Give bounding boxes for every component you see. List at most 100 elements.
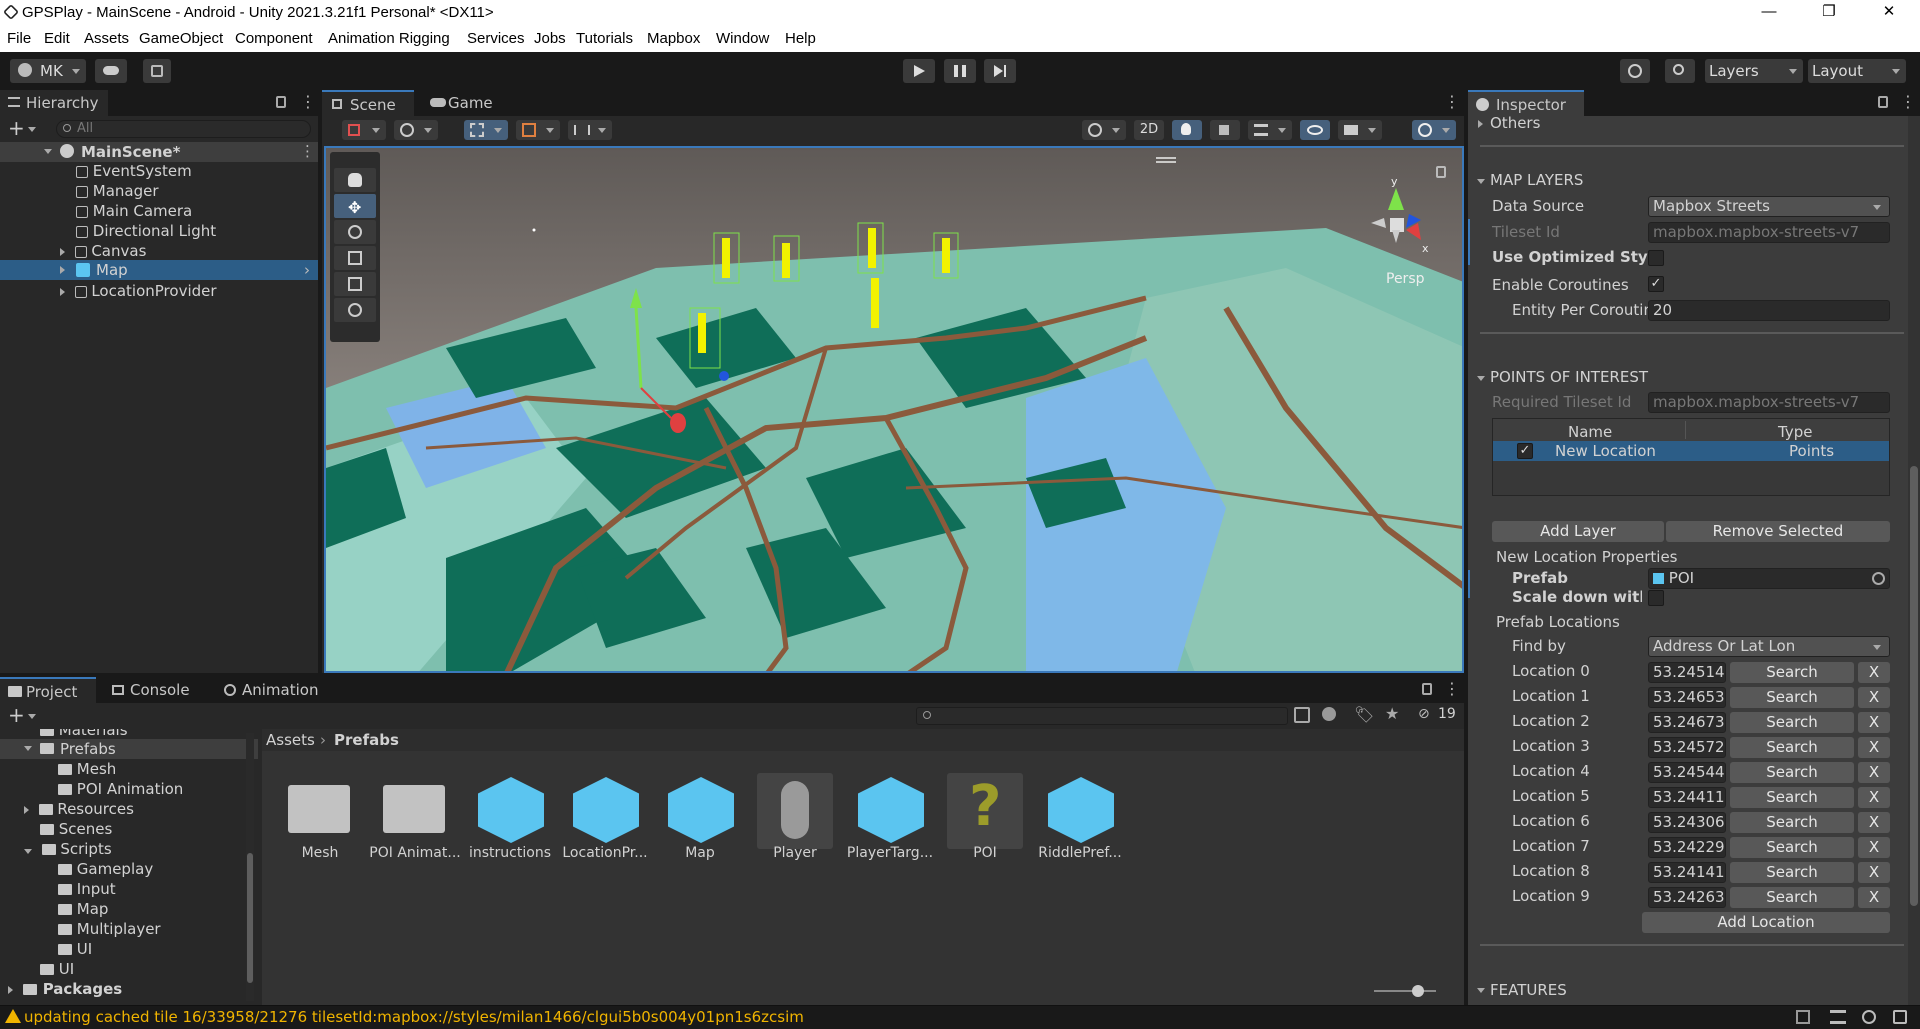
location-search-button[interactable]: Search xyxy=(1730,712,1854,733)
tree-item-ui[interactable]: UI xyxy=(40,960,74,978)
location-input[interactable]: 53.24653 xyxy=(1648,687,1726,708)
expand-arrow-icon[interactable] xyxy=(1478,120,1483,128)
close-button[interactable]: ✕ xyxy=(1866,0,1912,26)
2d-toggle[interactable]: 2D xyxy=(1134,120,1164,140)
filter-type-icon[interactable] xyxy=(1322,707,1336,721)
tool-handle-dropdown[interactable] xyxy=(342,120,386,140)
label-icon[interactable]: 🏷 xyxy=(1354,705,1374,724)
lighting-toggle[interactable] xyxy=(1172,120,1202,140)
lock-icon[interactable] xyxy=(1436,166,1446,178)
col-type-header[interactable]: Type xyxy=(1778,423,1812,441)
inspector-scrollbar[interactable] xyxy=(1908,116,1920,1005)
more-options-icon[interactable]: ⋮ xyxy=(300,142,315,160)
rotate-tool-button[interactable] xyxy=(334,220,376,244)
tree-item-scripts[interactable]: Scripts xyxy=(24,840,112,858)
location-search-button[interactable]: Search xyxy=(1730,787,1854,808)
menu-window[interactable]: Window xyxy=(716,30,769,47)
prefab-object-field[interactable]: POI xyxy=(1648,568,1890,589)
more-options-icon[interactable]: ⋮ xyxy=(1900,92,1916,111)
location-search-button[interactable]: Search xyxy=(1730,862,1854,883)
scale-down-checkbox[interactable] xyxy=(1648,590,1664,606)
menu-component[interactable]: Component xyxy=(235,30,313,47)
play-button[interactable] xyxy=(903,59,935,83)
icon-size-slider[interactable] xyxy=(1374,985,1436,997)
location-search-button[interactable]: Search xyxy=(1730,887,1854,908)
settings-icon[interactable] xyxy=(1893,1010,1907,1024)
slider-thumb[interactable] xyxy=(1412,985,1424,997)
expand-arrow-icon[interactable] xyxy=(24,746,32,751)
gizmos-dropdown[interactable] xyxy=(1412,120,1456,140)
optimized-style-checkbox[interactable] xyxy=(1648,250,1664,266)
snap-dropdown[interactable] xyxy=(464,120,508,140)
grid-snap-dropdown[interactable] xyxy=(516,120,560,140)
location-input[interactable]: 53.24306 xyxy=(1648,812,1726,833)
menu-tutorials[interactable]: Tutorials xyxy=(576,30,633,47)
expand-arrow-icon[interactable] xyxy=(1477,988,1485,993)
audio-toggle[interactable] xyxy=(1210,120,1240,140)
location-search-button[interactable]: Search xyxy=(1730,762,1854,783)
cache-icon[interactable] xyxy=(1830,1010,1846,1024)
undo-history-button[interactable] xyxy=(1620,59,1650,83)
menu-assets[interactable]: Assets xyxy=(84,30,129,47)
menu-help[interactable]: Help xyxy=(785,30,816,47)
location-remove-button[interactable]: X xyxy=(1858,787,1890,808)
project-search-input[interactable] xyxy=(916,707,1288,725)
layer-enabled-checkbox[interactable]: ✓ xyxy=(1517,443,1533,459)
layout-dropdown[interactable]: Layout xyxy=(1808,59,1906,83)
search-button[interactable] xyxy=(1665,59,1695,83)
search-by-type-icon[interactable] xyxy=(1294,707,1310,723)
expand-arrow-icon[interactable] xyxy=(60,288,65,296)
location-remove-button[interactable]: X xyxy=(1858,687,1890,708)
tree-item-prefabs[interactable]: Prefabs xyxy=(0,739,258,759)
location-input[interactable]: 53.24544 xyxy=(1648,762,1726,783)
add-location-button[interactable]: Add Location xyxy=(1642,912,1890,933)
tab-console[interactable]: Console xyxy=(108,677,204,703)
others-foldout[interactable]: Others xyxy=(1490,114,1540,132)
persp-label[interactable]: Persp xyxy=(1386,271,1425,287)
location-remove-button[interactable]: X xyxy=(1858,812,1890,833)
status-message[interactable]: updating cached tile 16/33958/21276 tile… xyxy=(24,1008,804,1026)
hidden-packages-icon[interactable]: ⊘ xyxy=(1418,706,1430,722)
progress-icon[interactable] xyxy=(1862,1010,1876,1024)
menu-edit[interactable]: Edit xyxy=(44,30,70,47)
tab-hierarchy[interactable]: Hierarchy xyxy=(0,90,108,116)
location-input[interactable]: 53.24141 xyxy=(1648,862,1726,883)
location-input[interactable]: 53.24673 xyxy=(1648,712,1726,733)
location-input[interactable]: 53.24411 xyxy=(1648,787,1726,808)
global-dropdown[interactable] xyxy=(394,120,438,140)
tree-item-packages[interactable]: Packages xyxy=(8,980,122,998)
location-input[interactable]: 53.24514 xyxy=(1648,662,1726,683)
selected-row[interactable]: Map › xyxy=(0,260,318,280)
tree-item-map[interactable]: Map xyxy=(58,900,108,918)
create-asset-button[interactable]: + xyxy=(8,703,25,727)
expand-arrow-icon[interactable] xyxy=(60,266,65,274)
expand-arrow-icon[interactable] xyxy=(24,849,32,854)
object-picker-icon[interactable] xyxy=(1872,572,1885,585)
effects-dropdown[interactable] xyxy=(1248,120,1292,140)
chevron-down-icon[interactable] xyxy=(28,127,36,132)
add-layer-button[interactable]: Add Layer xyxy=(1492,521,1664,542)
location-search-button[interactable]: Search xyxy=(1730,687,1854,708)
cloud-button[interactable] xyxy=(95,59,127,83)
camera-dropdown[interactable] xyxy=(1338,120,1382,140)
tree-item-multiplayer[interactable]: Multiplayer xyxy=(58,920,161,938)
menu-file[interactable]: File xyxy=(7,30,31,47)
location-input[interactable]: 53.24229 xyxy=(1648,837,1726,858)
features-header[interactable]: FEATURES xyxy=(1490,981,1567,999)
move-tool-button[interactable]: ✥ xyxy=(334,194,376,218)
layers-dropdown[interactable]: Layers xyxy=(1705,59,1803,83)
location-remove-button[interactable]: X xyxy=(1858,887,1890,908)
list-item[interactable]: Main Camera xyxy=(76,202,192,222)
location-remove-button[interactable]: X xyxy=(1858,862,1890,883)
more-options-icon[interactable]: ⋮ xyxy=(300,92,316,111)
menu-services[interactable]: Services xyxy=(467,30,525,47)
star-icon[interactable]: ★ xyxy=(1385,704,1399,723)
tab-game[interactable]: Game xyxy=(426,90,506,116)
list-item[interactable]: EventSystem xyxy=(76,162,192,182)
menu-mapbox[interactable]: Mapbox xyxy=(647,30,700,47)
chevron-down-icon[interactable] xyxy=(28,714,36,719)
breadcrumb-prefabs[interactable]: Prefabs xyxy=(334,731,399,749)
transform-tool-button[interactable] xyxy=(334,298,376,322)
tree-item-input[interactable]: Input xyxy=(58,880,116,898)
lock-icon[interactable] xyxy=(276,96,286,108)
